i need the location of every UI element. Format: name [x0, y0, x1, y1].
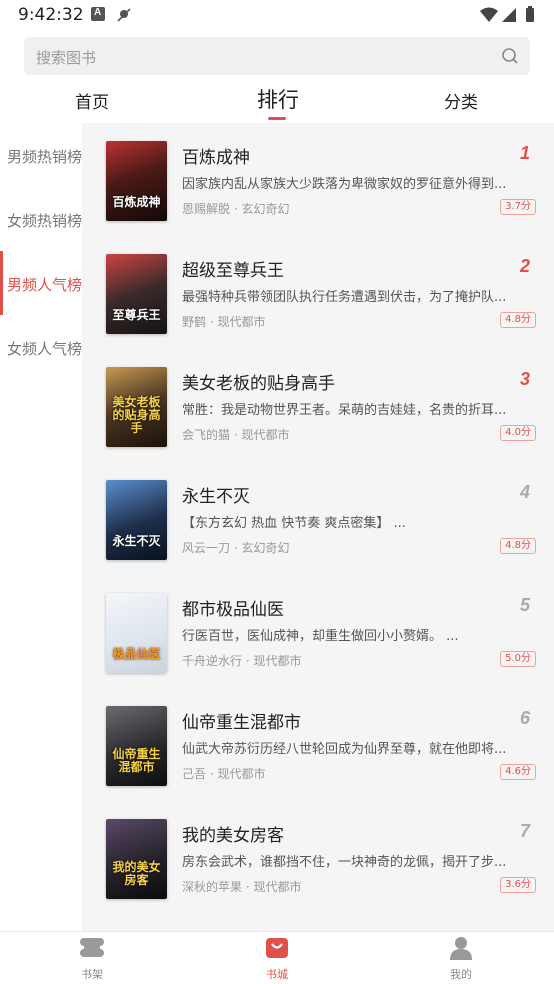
book-cover: 仙帝重生混都市 [106, 706, 167, 786]
rank-number: 5 [519, 595, 530, 615]
category-female-bestseller[interactable]: 女频热销榜 [0, 187, 82, 251]
book-list-item[interactable]: 百炼成神 百炼成神 1 因家族内乱从家族大少跌落为卑微家奴的罗征意外得到... … [82, 123, 554, 236]
book-meta: 千舟逆水行 · 现代都市 [182, 654, 302, 668]
bookshelf-icon [79, 936, 105, 960]
no-location-icon [117, 7, 131, 22]
nav-bookstore[interactable]: 书城 [247, 936, 307, 984]
search-icon[interactable] [501, 47, 519, 65]
book-meta: 会飞的猫 · 现代都市 [182, 428, 290, 442]
book-description: 房东会武术，谁都挡不住，一块神奇的龙佩，揭开了步... [182, 855, 507, 870]
cover-title: 至尊兵王 [112, 308, 161, 322]
rank-number: 3 [519, 369, 530, 389]
book-description: 因家族内乱从家族大少跌落为卑微家奴的罗征意外得到... [182, 177, 507, 192]
book-title: 都市极品仙医 [182, 600, 284, 620]
book-description: 【东方玄幻 热血 快节奏 爽点密集】 ... [182, 516, 406, 531]
ranking-category-menu: 男频热销榜 女频热销榜 男频人气榜 女频人气榜 [0, 123, 82, 931]
rank-number: 1 [519, 143, 530, 163]
top-tabs: 首页 排行 分类 [0, 84, 554, 120]
status-time: 9:42:32 [18, 5, 84, 25]
score-badge: 4.6分 [500, 764, 536, 780]
book-description: 仙武大帝苏衍历经八世轮回成为仙界至尊，就在他即将... [182, 742, 507, 757]
book-list-item[interactable]: 永生不灭 永生不灭 4 【东方玄幻 热血 快节奏 爽点密集】 ... 风云一刀 … [82, 462, 554, 575]
rank-number: 2 [519, 256, 530, 276]
nav-label: 书城 [266, 968, 288, 981]
score-badge: 3.7分 [500, 199, 536, 215]
category-label: 女频热销榜 [7, 212, 83, 230]
cover-title: 极品仙医 [112, 647, 161, 661]
rank-number: 6 [519, 708, 530, 728]
book-meta: 己吾 · 现代都市 [182, 767, 266, 781]
cover-title: 仙帝重生混都市 [112, 747, 161, 774]
search-bar[interactable]: 搜索图书 [24, 37, 530, 75]
tab-category[interactable]: 分类 [444, 88, 478, 113]
book-list-item[interactable]: 仙帝重生混都市 仙帝重生混都市 6 仙武大帝苏衍历经八世轮回成为仙界至尊，就在他… [82, 688, 554, 801]
book-list-item[interactable]: 我的美女房客 我的美女房客 7 房东会武术，谁都挡不住，一块神奇的龙佩，揭开了步… [82, 801, 554, 914]
store-bag-icon [264, 936, 290, 960]
book-description: 最强特种兵带领团队执行任务遭遇到伏击，为了掩护队... [182, 290, 507, 305]
book-meta: 野鹤 · 现代都市 [182, 315, 266, 329]
book-title: 我的美女房客 [182, 826, 284, 846]
category-label: 女频人气榜 [7, 340, 83, 358]
status-bar: 9:42:32 [0, 0, 554, 30]
rank-number: 4 [519, 482, 530, 502]
score-badge: 4.0分 [500, 425, 536, 441]
book-title: 仙帝重生混都市 [182, 713, 301, 733]
score-badge: 5.0分 [500, 651, 536, 667]
active-tab-indicator [268, 117, 286, 120]
score-badge: 3.6分 [500, 877, 536, 893]
search-input[interactable]: 搜索图书 [36, 47, 96, 68]
book-title: 百炼成神 [182, 148, 250, 168]
category-label: 男频人气榜 [7, 276, 83, 294]
book-description: 常胜：我是动物世界王者。呆萌的吉娃娃，名贵的折耳... [182, 403, 507, 418]
nav-profile[interactable]: 我的 [431, 936, 491, 984]
book-title: 永生不灭 [182, 487, 250, 507]
book-cover: 至尊兵王 [106, 254, 167, 334]
book-meta: 深秋的苹果 · 现代都市 [182, 880, 302, 894]
category-female-popular[interactable]: 女频人气榜 [0, 315, 82, 379]
nav-label: 书架 [81, 968, 103, 981]
book-cover: 极品仙医 [106, 593, 167, 673]
score-badge: 4.8分 [500, 312, 536, 328]
tab-ranking[interactable]: 排行 [257, 84, 299, 114]
accessibility-icon [91, 7, 105, 21]
nav-label: 我的 [450, 968, 472, 981]
book-list-item[interactable]: 至尊兵王 超级至尊兵王 2 最强特种兵带领团队执行任务遭遇到伏击，为了掩护队..… [82, 236, 554, 349]
book-list-item[interactable]: 美女老板的贴身高手 美女老板的贴身高手 3 常胜：我是动物世界王者。呆萌的吉娃娃… [82, 349, 554, 462]
book-cover: 百炼成神 [106, 141, 167, 221]
book-title: 美女老板的贴身高手 [182, 374, 335, 394]
cover-title: 美女老板的贴身高手 [112, 395, 161, 435]
tab-home[interactable]: 首页 [75, 88, 109, 113]
rank-number: 7 [519, 821, 530, 841]
bottom-navigation: 书架 书城 我的 [0, 931, 554, 984]
signal-battery-icons [478, 6, 538, 24]
book-cover: 我的美女房客 [106, 819, 167, 899]
category-male-popular[interactable]: 男频人气榜 [0, 251, 82, 315]
cover-title: 我的美女房客 [112, 860, 161, 887]
book-cover: 美女老板的贴身高手 [106, 367, 167, 447]
user-icon [448, 936, 474, 960]
book-meta: 风云一刀 · 玄幻奇幻 [182, 541, 290, 555]
cover-title: 百炼成神 [112, 195, 161, 209]
book-title: 超级至尊兵王 [182, 261, 284, 281]
book-description: 行医百世，医仙成神，却重生做回小小赘婿。 ... [182, 629, 459, 644]
score-badge: 4.8分 [500, 538, 536, 554]
book-list-item[interactable]: 极品仙医 都市极品仙医 5 行医百世，医仙成神，却重生做回小小赘婿。 ... 千… [82, 575, 554, 688]
category-label: 男频热销榜 [7, 148, 83, 166]
cover-title: 永生不灭 [112, 534, 161, 548]
book-cover: 永生不灭 [106, 480, 167, 560]
nav-bookshelf[interactable]: 书架 [62, 936, 122, 984]
book-ranking-list: 百炼成神 百炼成神 1 因家族内乱从家族大少跌落为卑微家奴的罗征意外得到... … [82, 123, 554, 931]
category-male-bestseller[interactable]: 男频热销榜 [0, 123, 82, 187]
book-meta: 恩赐解脱 · 玄幻奇幻 [182, 202, 290, 216]
